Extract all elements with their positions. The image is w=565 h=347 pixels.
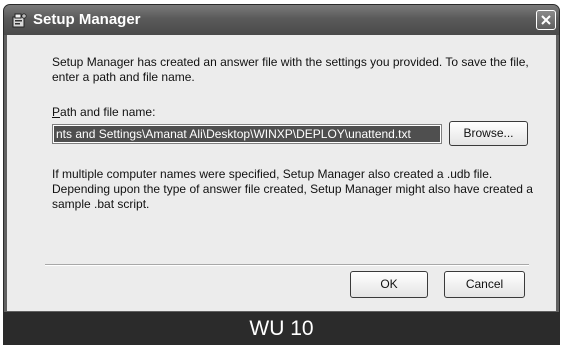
window-title: Setup Manager <box>33 11 141 28</box>
browse-button[interactable]: Browse... <box>449 121 528 146</box>
path-label: Path and file name: <box>52 105 155 120</box>
path-label-text: ath and file name: <box>60 105 156 119</box>
caption-label: WU 10 <box>249 317 314 340</box>
dialog-client-area: Setup Manager has created an answer file… <box>7 35 556 311</box>
info-text: If multiple computer names were specifie… <box>52 167 533 211</box>
close-button[interactable] <box>536 10 556 30</box>
intro-text: Setup Manager has created an answer file… <box>52 55 529 84</box>
setup-manager-window: Setup Manager Setup Manager has created … <box>3 4 560 313</box>
path-input-value: nts and Settings\Amanat Ali\Desktop\WINX… <box>54 126 440 142</box>
divider <box>45 264 529 266</box>
setup-manager-icon <box>11 12 27 28</box>
path-input[interactable]: nts and Settings\Amanat Ali\Desktop\WINX… <box>52 124 442 144</box>
title-bar[interactable]: Setup Manager <box>4 5 559 35</box>
caption-bar: WU 10 <box>3 313 560 345</box>
path-label-accelerator: P <box>52 105 61 119</box>
close-icon <box>541 15 551 25</box>
cancel-button[interactable]: Cancel <box>444 271 525 298</box>
ok-button[interactable]: OK <box>350 271 428 298</box>
